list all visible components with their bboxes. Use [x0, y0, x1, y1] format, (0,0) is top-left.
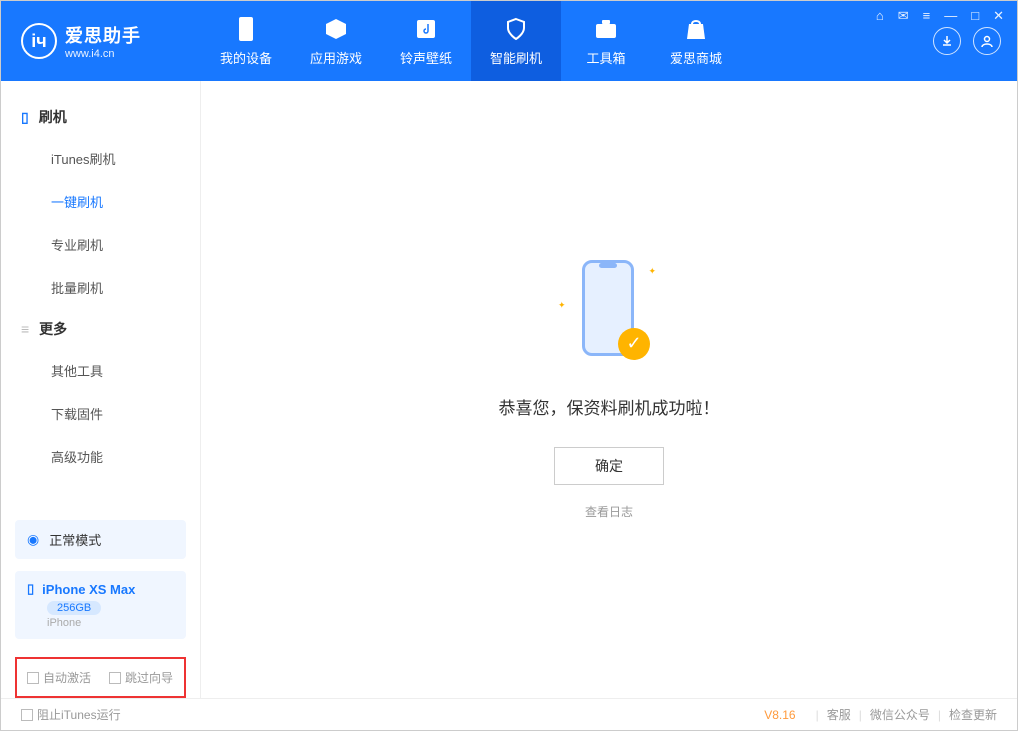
checkbox-skip-wizard[interactable]: 跳过向导 [109, 669, 173, 686]
maximize-icon[interactable]: □ [971, 8, 979, 24]
list-icon: ≡ [21, 321, 29, 337]
tab-label: 应用游戏 [310, 48, 362, 67]
mode-icon: ◉ [27, 531, 39, 548]
app-title: 爱思助手 [65, 22, 141, 48]
section-title: 刷机 [39, 107, 67, 127]
version-label: V8.16 [764, 708, 795, 722]
sidebar-item-other[interactable]: 其他工具 [1, 349, 200, 392]
device-icon: ▯ [27, 581, 34, 597]
sidebar-item-pro[interactable]: 专业刷机 [1, 223, 200, 266]
cube-icon [323, 16, 349, 42]
header: iч 爱思助手 www.i4.cn 我的设备 应用游戏 铃声壁纸 智能刷机 工具… [1, 1, 1017, 81]
device-card[interactable]: ▯ iPhone XS Max 256GB iPhone [15, 571, 186, 639]
checkbox-box [109, 672, 121, 684]
checkbox-label: 阻止iTunes运行 [37, 706, 121, 723]
footer-link-update[interactable]: 检查更新 [949, 706, 997, 723]
logo-area: iч 爱思助手 www.i4.cn [1, 22, 201, 60]
tab-label: 工具箱 [586, 48, 625, 67]
tab-my-device[interactable]: 我的设备 [201, 1, 291, 81]
mode-card[interactable]: ◉ 正常模式 [15, 520, 186, 559]
tab-label: 我的设备 [220, 48, 272, 67]
ok-button[interactable]: 确定 [554, 447, 664, 485]
phone-icon [233, 16, 259, 42]
tab-flash[interactable]: 智能刷机 [471, 1, 561, 81]
device-name: iPhone XS Max [42, 582, 135, 597]
main-content: ✦ ✦ ✓ 恭喜您，保资料刷机成功啦！ 确定 查看日志 [201, 81, 1017, 698]
logo-icon: iч [21, 23, 57, 59]
sidebar-section-more: ≡ 更多 [1, 309, 200, 349]
device-type: iPhone [47, 617, 174, 629]
close-icon[interactable]: ✕ [993, 8, 1004, 24]
sidebar-section-flash: ▯ 刷机 [1, 97, 200, 137]
footer-link-support[interactable]: 客服 [827, 706, 851, 723]
tab-label: 爱思商城 [670, 48, 722, 67]
success-illustration: ✦ ✦ ✓ [564, 260, 654, 370]
app-subtitle: www.i4.cn [65, 48, 141, 60]
download-button[interactable] [933, 27, 961, 55]
header-right [933, 27, 1017, 55]
sidebar-item-oneclick[interactable]: 一键刷机 [1, 180, 200, 223]
minimize-icon[interactable]: — [944, 8, 957, 24]
tab-label: 铃声壁纸 [400, 48, 452, 67]
user-button[interactable] [973, 27, 1001, 55]
music-icon [413, 16, 439, 42]
highlighted-options: 自动激活 跳过向导 [15, 657, 186, 698]
body: ▯ 刷机 iTunes刷机 一键刷机 专业刷机 批量刷机 ≡ 更多 其他工具 下… [1, 81, 1017, 698]
bag-icon [683, 16, 709, 42]
mode-label: 正常模式 [49, 530, 101, 549]
success-message: 恭喜您，保资料刷机成功啦！ [499, 394, 720, 419]
sidebar-item-batch[interactable]: 批量刷机 [1, 266, 200, 309]
tab-toolbox[interactable]: 工具箱 [561, 1, 651, 81]
section-title: 更多 [39, 319, 67, 339]
sidebar-item-firmware[interactable]: 下载固件 [1, 392, 200, 435]
phone-outline-icon: ▯ [21, 109, 29, 126]
window-controls: ⌂ ✉ ≡ — □ ✕ [876, 8, 1004, 24]
checkbox-label: 自动激活 [43, 669, 91, 686]
sidebar: ▯ 刷机 iTunes刷机 一键刷机 专业刷机 批量刷机 ≡ 更多 其他工具 下… [1, 81, 201, 698]
feedback-icon[interactable]: ✉ [898, 8, 909, 24]
tab-label: 智能刷机 [490, 48, 542, 67]
sparkle-icon: ✦ [648, 266, 656, 277]
checkbox-box [21, 709, 33, 721]
device-capacity: 256GB [47, 601, 101, 615]
view-log-link[interactable]: 查看日志 [585, 503, 633, 520]
tab-ringtones[interactable]: 铃声壁纸 [381, 1, 471, 81]
sidebar-item-advanced[interactable]: 高级功能 [1, 435, 200, 478]
footer-right: V8.16 | 客服 | 微信公众号 | 检查更新 [764, 706, 997, 723]
briefcase-icon [593, 16, 619, 42]
checkbox-box [27, 672, 39, 684]
checkbox-block-itunes[interactable]: 阻止iTunes运行 [21, 706, 121, 723]
checkbox-auto-activate[interactable]: 自动激活 [27, 669, 91, 686]
tshirt-icon[interactable]: ⌂ [876, 8, 884, 24]
footer-link-wechat[interactable]: 微信公众号 [870, 706, 930, 723]
checkbox-label: 跳过向导 [125, 669, 173, 686]
nav-tabs: 我的设备 应用游戏 铃声壁纸 智能刷机 工具箱 爱思商城 [201, 1, 741, 81]
shield-icon [503, 16, 529, 42]
menu-icon[interactable]: ≡ [923, 8, 931, 24]
tab-apps[interactable]: 应用游戏 [291, 1, 381, 81]
sidebar-item-itunes[interactable]: iTunes刷机 [1, 137, 200, 180]
check-badge-icon: ✓ [618, 328, 650, 360]
footer: 阻止iTunes运行 V8.16 | 客服 | 微信公众号 | 检查更新 [1, 698, 1017, 730]
sparkle-icon: ✦ [558, 300, 566, 311]
tab-store[interactable]: 爱思商城 [651, 1, 741, 81]
